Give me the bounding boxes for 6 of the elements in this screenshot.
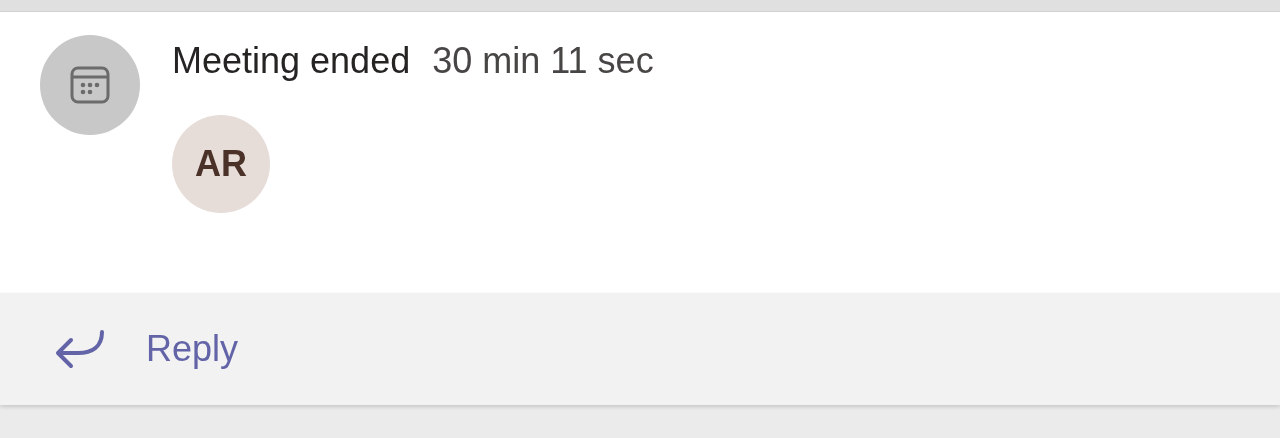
- calendar-icon: [70, 66, 110, 104]
- event-title: Meeting ended: [172, 43, 411, 79]
- event-duration: 30 min 11 sec: [432, 43, 654, 79]
- reply-arrow-icon: [54, 329, 106, 369]
- participant-avatar: AR: [172, 115, 270, 213]
- reply-button[interactable]: Reply: [54, 322, 239, 376]
